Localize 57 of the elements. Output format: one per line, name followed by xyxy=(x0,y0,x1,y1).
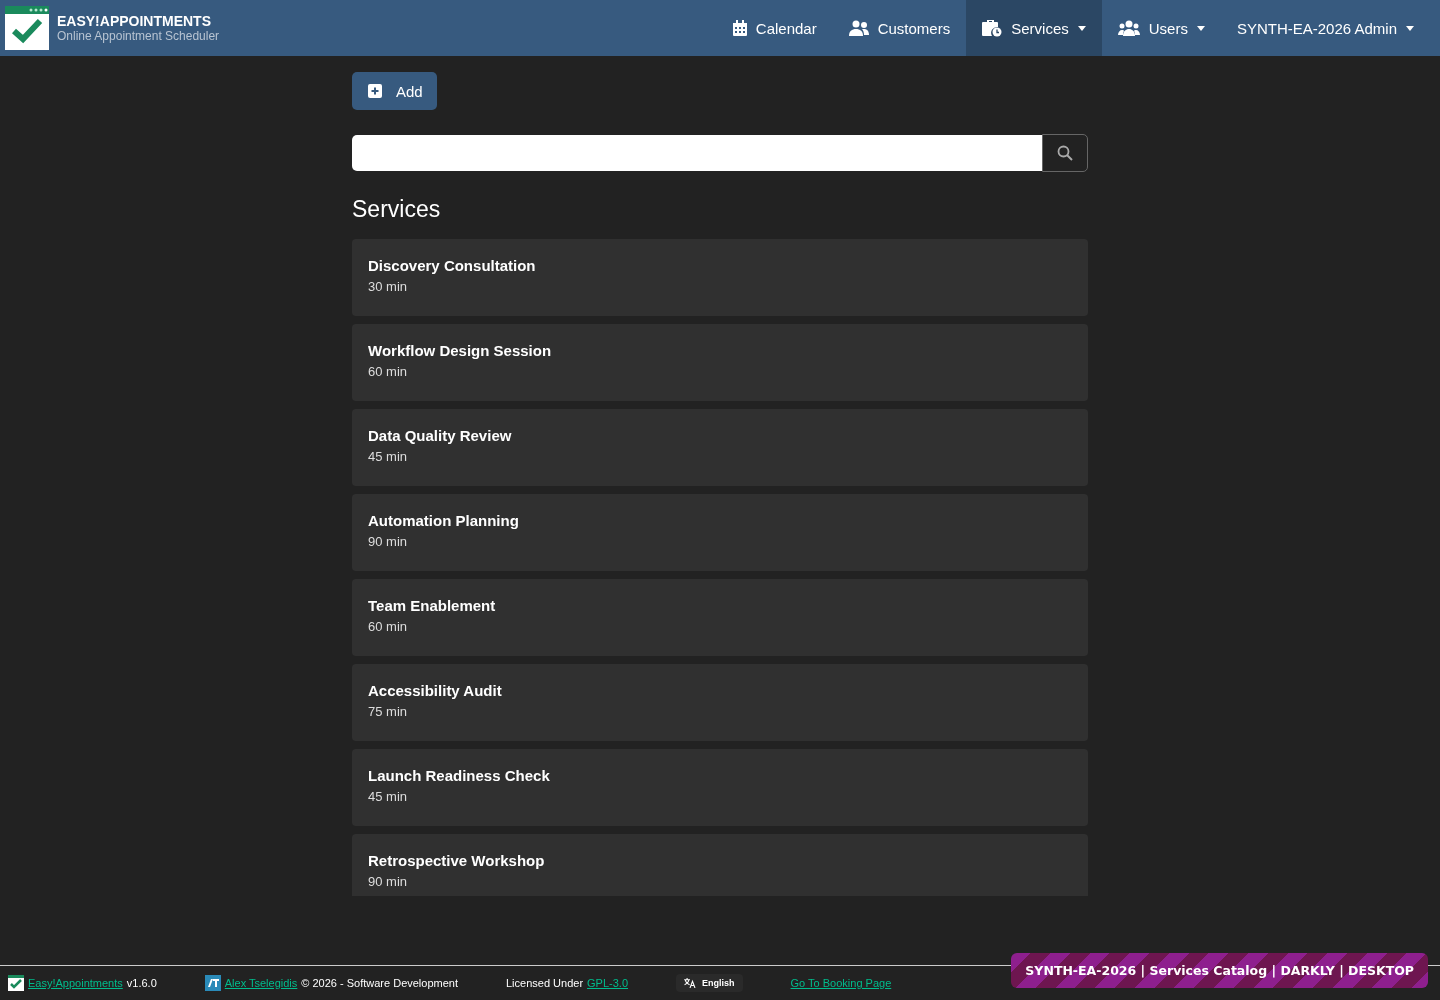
search-button[interactable] xyxy=(1042,134,1088,172)
service-duration: 75 min xyxy=(368,704,409,719)
logo-icon xyxy=(5,6,49,50)
booking-page-link[interactable]: Go To Booking Page xyxy=(790,977,892,989)
calendar-icon xyxy=(732,20,747,36)
service-name: Data Quality Review xyxy=(368,427,513,444)
nav-item[interactable]: Customers xyxy=(832,0,967,56)
service-name: Accessibility Audit xyxy=(368,682,503,699)
service-duration: 60 min xyxy=(368,619,409,634)
service-item[interactable]: Launch Readiness Check 45 min xyxy=(352,749,1088,826)
language-button[interactable]: English xyxy=(676,974,743,992)
service-duration: 45 min xyxy=(368,789,409,804)
app-link[interactable]: Easy!Appointments xyxy=(28,977,123,989)
people-icon xyxy=(848,20,869,36)
service-duration: 45 min xyxy=(368,449,409,464)
service-duration: 90 min xyxy=(368,874,409,889)
nav-item[interactable]: Calendar xyxy=(716,0,833,56)
service-item[interactable]: Data Quality Review 45 min xyxy=(352,409,1088,486)
briefcase-clock-icon xyxy=(982,19,1003,37)
author-logo-icon xyxy=(204,975,221,991)
app-title: EASY!APPOINTMENTS xyxy=(57,13,212,29)
license-text: Licensed Under xyxy=(506,977,584,989)
service-name: Retrospective Workshop xyxy=(368,852,546,869)
service-name: Workflow Design Session xyxy=(368,342,553,359)
service-duration: 60 min xyxy=(368,364,409,379)
nav-item[interactable]: Users xyxy=(1101,0,1221,56)
service-item[interactable]: Retrospective Workshop 90 min xyxy=(352,834,1088,896)
search-field[interactable] xyxy=(352,135,1042,171)
nav-item[interactable]: SYNTH-EA-2026 Admin xyxy=(1220,0,1430,56)
caret-icon xyxy=(1406,25,1414,31)
service-item[interactable]: Team Enablement 60 min xyxy=(352,579,1088,656)
caret-icon xyxy=(1077,25,1086,31)
version-text: v1.6.0 xyxy=(126,977,157,989)
translate-icon xyxy=(684,978,697,988)
service-duration: 30 min xyxy=(368,279,409,294)
add-button[interactable]: Add xyxy=(352,72,437,110)
logo-icon xyxy=(8,975,24,991)
copyright-text: © 2026 - Software Development xyxy=(301,977,458,989)
service-duration: 90 min xyxy=(368,534,409,549)
page-label-badge: SYNTH-EA-2026 | Services Catalog | DARKLY | DESKTOP xyxy=(1011,953,1428,988)
caret-icon xyxy=(1196,25,1205,31)
nav-item[interactable]: Services xyxy=(966,0,1102,56)
users-icon xyxy=(1117,20,1140,36)
search-icon xyxy=(1057,145,1073,161)
author-link[interactable]: Alex Tselegidis xyxy=(224,977,298,989)
service-name: Discovery Consultation xyxy=(368,257,537,274)
service-name: Automation Planning xyxy=(368,512,520,529)
service-name: Team Enablement xyxy=(368,597,497,614)
service-item[interactable]: Accessibility Audit 75 min xyxy=(352,664,1088,741)
service-item[interactable]: Workflow Design Session 60 min xyxy=(352,324,1088,401)
service-item[interactable]: Automation Planning 90 min xyxy=(352,494,1088,571)
service-name: Launch Readiness Check xyxy=(368,767,551,784)
service-item[interactable]: Discovery Consultation 30 min xyxy=(352,239,1088,316)
license-link[interactable]: GPL-3.0 xyxy=(587,977,629,989)
plus-square-icon xyxy=(368,84,382,98)
section-heading: Services xyxy=(352,196,442,223)
app-subtitle: Online Appointment Scheduler xyxy=(57,29,220,43)
